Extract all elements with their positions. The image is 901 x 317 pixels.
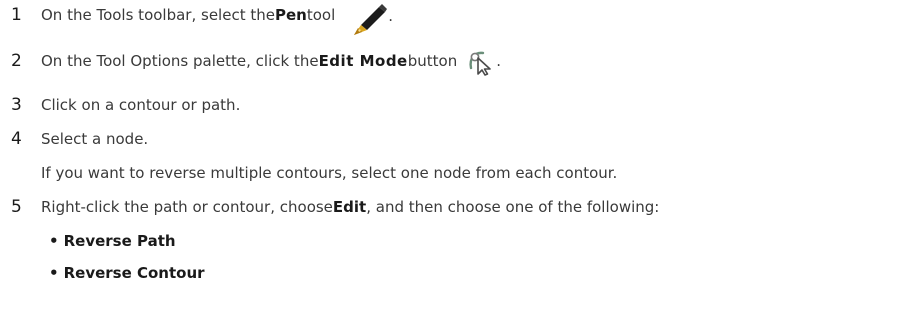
option-label: Reverse Contour <box>63 264 205 282</box>
option-label: Reverse Path <box>63 232 176 250</box>
step-text-post: button <box>407 52 458 70</box>
step-text: On the Tool Options palette, click the E… <box>41 42 501 80</box>
step-number: 3 <box>11 95 22 115</box>
step-number: 2 <box>11 51 22 71</box>
step-text-pre: On the Tool Options palette, click the <box>41 52 319 70</box>
edit-mode-icon <box>467 48 495 80</box>
bullet-marker: • <box>49 264 59 282</box>
step-text-bold: Pen <box>274 6 307 24</box>
step-text: Select a node. <box>41 130 149 148</box>
step-text-pre: On the Tools toolbar, select the <box>41 6 275 24</box>
bullet-marker: • <box>49 232 59 250</box>
step-number: 1 <box>11 5 22 25</box>
step-text-post: tool <box>306 6 336 24</box>
option-reverse-path: • Reverse Path <box>49 227 176 255</box>
step-text-tail: . <box>388 7 394 25</box>
step-text: On the Tools toolbar, select the Pen too… <box>41 0 393 41</box>
option-reverse-contour: • Reverse Contour <box>49 259 205 287</box>
step-text-bold: Edit <box>332 198 367 216</box>
step-number: 5 <box>11 197 22 217</box>
step-text-tail: . <box>496 52 501 70</box>
step-text-bold: Edit Mode <box>318 52 408 70</box>
step-text: Right-click the path or contour, choose … <box>41 198 659 216</box>
step-text-pre: Right-click the path or contour, choose <box>41 198 333 216</box>
step-4-note: If you want to reverse multiple contours… <box>41 164 618 182</box>
step-text-post: , and then choose one of the following: <box>366 198 660 216</box>
step-number: 4 <box>11 129 22 149</box>
step-text: Click on a contour or path. <box>41 96 241 114</box>
pen-tool-icon <box>349 3 388 41</box>
